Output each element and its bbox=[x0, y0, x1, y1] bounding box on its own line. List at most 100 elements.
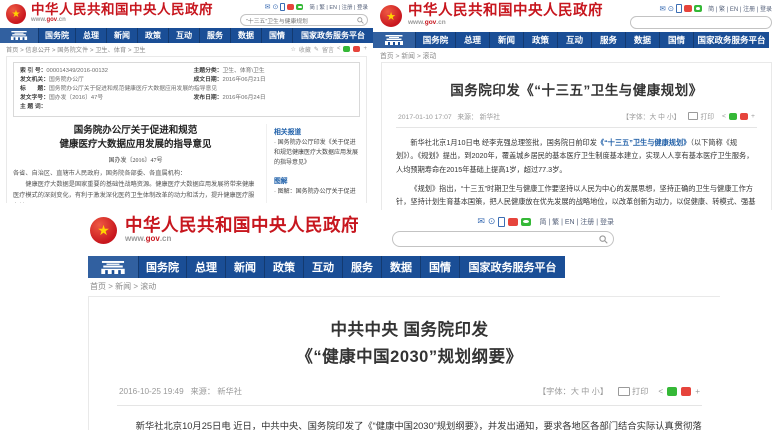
more-share-icon[interactable]: + bbox=[695, 387, 700, 396]
main-nav: 国务院 总理 新闻 政策 互动 服务 数据 国情 国家政务服务平台 bbox=[88, 256, 565, 278]
nav-home-tiananmen-icon[interactable] bbox=[0, 28, 38, 43]
nav-item-premier[interactable]: 总理 bbox=[75, 28, 106, 43]
search-input[interactable] bbox=[635, 14, 780, 31]
language-login-links[interactable]: 简 | 繁 | EN | 注册 | 登录 bbox=[539, 217, 614, 227]
nav-home-tiananmen-icon[interactable] bbox=[373, 32, 415, 48]
nav-item-premier[interactable]: 总理 bbox=[455, 32, 489, 48]
wechat-icon[interactable] bbox=[296, 4, 303, 10]
search-icon[interactable] bbox=[599, 235, 608, 244]
nav-item-services[interactable]: 服务 bbox=[591, 32, 625, 48]
breadcrumb[interactable]: 首页 > 新闻 > 滚动 bbox=[90, 281, 156, 292]
nav-item-state-council[interactable]: 国务院 bbox=[38, 28, 75, 43]
infographic-link[interactable]: · 图解：国务院办公厅关于促进 bbox=[274, 188, 360, 198]
print-label[interactable]: 打印 bbox=[700, 111, 714, 121]
weibo-icon[interactable] bbox=[287, 4, 294, 10]
share-icon[interactable]: < bbox=[658, 387, 663, 396]
nav-item-interact[interactable]: 互动 bbox=[557, 32, 591, 48]
article-body: 新华社北京10月25日电 近日，中共中央、国务院印发了《“健康中国2030”规划… bbox=[117, 418, 702, 430]
nav-item-gov-service-platform[interactable]: 国家政务服务平台 bbox=[292, 28, 373, 43]
nav-item-policy[interactable]: 政策 bbox=[523, 32, 557, 48]
weibo-share-icon[interactable] bbox=[681, 387, 691, 396]
font-size-widget[interactable]: 【字体：大 中 小】 bbox=[622, 111, 680, 121]
article-date: 2016-10-25 19:49 bbox=[119, 387, 184, 396]
source-value[interactable]: 新华社 bbox=[480, 114, 500, 121]
nav-item-country[interactable]: 国情 bbox=[420, 256, 459, 278]
wechat-share-icon[interactable] bbox=[729, 113, 737, 120]
mail-icon[interactable]: ✉ bbox=[660, 5, 666, 13]
document-meta-table: 索 引 号：000014349/2016-00132 主题分类：卫生、体育\卫生… bbox=[13, 62, 360, 117]
nav-item-premier[interactable]: 总理 bbox=[186, 256, 225, 278]
breadcrumb[interactable]: 首页 > 信息公开 > 国务院文件 > 卫生、体育 > 卫生 bbox=[6, 45, 146, 54]
site-brand[interactable]: ★ 中华人民共和国中央人民政府 www.gov.cn bbox=[379, 4, 603, 27]
wechat-share-icon[interactable] bbox=[343, 46, 350, 52]
source-value[interactable]: 新华社 bbox=[217, 387, 242, 396]
nav-item-gov-service-platform[interactable]: 国家政务服务平台 bbox=[693, 32, 769, 48]
weibo-share-icon[interactable] bbox=[740, 113, 748, 120]
mail-icon[interactable]: ✉ bbox=[265, 4, 271, 11]
nav-item-news[interactable]: 新闻 bbox=[489, 32, 523, 48]
search-box bbox=[392, 231, 614, 247]
search-input[interactable] bbox=[244, 16, 357, 24]
nav-item-policy[interactable]: 政策 bbox=[264, 256, 303, 278]
nav-item-interact[interactable]: 互动 bbox=[303, 256, 342, 278]
nav-home-tiananmen-icon[interactable] bbox=[88, 256, 138, 278]
search-icon[interactable] bbox=[357, 17, 364, 24]
rss-icon[interactable]: ⊙ bbox=[488, 217, 496, 226]
nav-item-policy[interactable]: 政策 bbox=[137, 28, 168, 43]
nav-item-data[interactable]: 数据 bbox=[230, 28, 261, 43]
share-icon[interactable]: < bbox=[722, 113, 726, 120]
body-paragraph: 健康医疗大数据是国家重要的基础性战略资源。健康医疗大数据应用发展将带来健康医疗模… bbox=[13, 180, 258, 203]
mail-icon[interactable]: ✉ bbox=[477, 217, 485, 226]
plan-link[interactable]: 《“十三五”卫生与健康规划》 bbox=[597, 138, 690, 147]
nav-item-state-council[interactable]: 国务院 bbox=[138, 256, 186, 278]
mobile-icon[interactable] bbox=[676, 4, 682, 13]
nav-item-services[interactable]: 服务 bbox=[342, 256, 381, 278]
weibo-icon[interactable] bbox=[684, 5, 692, 12]
breadcrumb[interactable]: 首页 > 新闻 > 滚动 bbox=[380, 50, 436, 60]
weibo-icon[interactable] bbox=[508, 218, 518, 226]
print-icon[interactable] bbox=[688, 112, 698, 120]
nav-item-interact[interactable]: 互动 bbox=[168, 28, 199, 43]
nav-item-data[interactable]: 数据 bbox=[381, 256, 420, 278]
wechat-share-icon[interactable] bbox=[667, 387, 677, 396]
related-report-link[interactable]: · 国务院办公厅印发《关于促进和规范健康医疗大数据应用发展的指导意见》 bbox=[274, 139, 360, 169]
site-header: ★ 中华人民共和国中央人民政府 www.gov.cn ✉ ⊙ 简 | 繁 | E… bbox=[60, 210, 720, 256]
meta-doc-no: 国办发〔2016〕47号 bbox=[49, 95, 103, 101]
window-healthy-china-2030: ★ 中华人民共和国中央人民政府 www.gov.cn ✉ ⊙ 简 | 繁 | E… bbox=[60, 210, 720, 430]
nav-item-news[interactable]: 新闻 bbox=[225, 256, 264, 278]
header-quick-icons: ✉ ⊙ 简 | 繁 | EN | 注册 | 登录 bbox=[477, 216, 614, 227]
nav-item-state-council[interactable]: 国务院 bbox=[415, 32, 455, 48]
language-login-links[interactable]: 简 | 繁 | EN | 注册 | 登录 bbox=[708, 4, 772, 13]
article-title: 中共中央 国务院印发 《“健康中国2030”规划纲要》 bbox=[117, 317, 702, 371]
language-login-links[interactable]: 简 | 繁 | EN | 注册 | 登录 bbox=[309, 3, 368, 11]
rss-icon[interactable]: ⊙ bbox=[668, 5, 674, 13]
mobile-icon[interactable] bbox=[498, 217, 505, 227]
font-size-widget[interactable]: 【字体：大 中 小】 bbox=[538, 385, 608, 397]
share-icon[interactable]: < bbox=[337, 46, 341, 52]
search-input[interactable] bbox=[398, 231, 599, 248]
site-url: www.gov.cn bbox=[31, 17, 213, 23]
site-brand[interactable]: ★ 中华人民共和国中央人民政府 www.gov.cn bbox=[90, 216, 359, 244]
print-icon[interactable] bbox=[618, 387, 630, 396]
more-share-icon[interactable]: + bbox=[751, 113, 755, 120]
nav-item-country[interactable]: 国情 bbox=[261, 28, 292, 43]
favorite-label[interactable]: 收藏 bbox=[299, 45, 311, 54]
wechat-icon[interactable] bbox=[521, 218, 531, 226]
feedback-pencil-icon[interactable]: ✎ bbox=[314, 46, 319, 53]
nav-item-gov-service-platform[interactable]: 国家政务服务平台 bbox=[459, 256, 565, 278]
print-label[interactable]: 打印 bbox=[632, 385, 648, 397]
mobile-icon[interactable] bbox=[280, 3, 285, 11]
site-brand[interactable]: ★ 中华人民共和国中央人民政府 www.gov.cn bbox=[5, 3, 213, 24]
nav-item-services[interactable]: 服务 bbox=[199, 28, 230, 43]
weibo-share-icon[interactable] bbox=[353, 46, 360, 52]
feedback-label[interactable]: 留言 bbox=[322, 45, 334, 54]
nav-item-news[interactable]: 新闻 bbox=[106, 28, 137, 43]
nav-item-data[interactable]: 数据 bbox=[625, 32, 659, 48]
favorite-star-icon[interactable]: ☆ bbox=[291, 46, 296, 53]
nav-item-country[interactable]: 国情 bbox=[659, 32, 693, 48]
wechat-icon[interactable] bbox=[694, 5, 702, 12]
site-url: www.gov.cn bbox=[408, 19, 603, 26]
more-share-icon[interactable]: + bbox=[363, 46, 367, 52]
main-nav: 国务院 总理 新闻 政策 互动 服务 数据 国情 国家政务服务平台 bbox=[0, 28, 373, 43]
rss-icon[interactable]: ⊙ bbox=[273, 4, 279, 11]
